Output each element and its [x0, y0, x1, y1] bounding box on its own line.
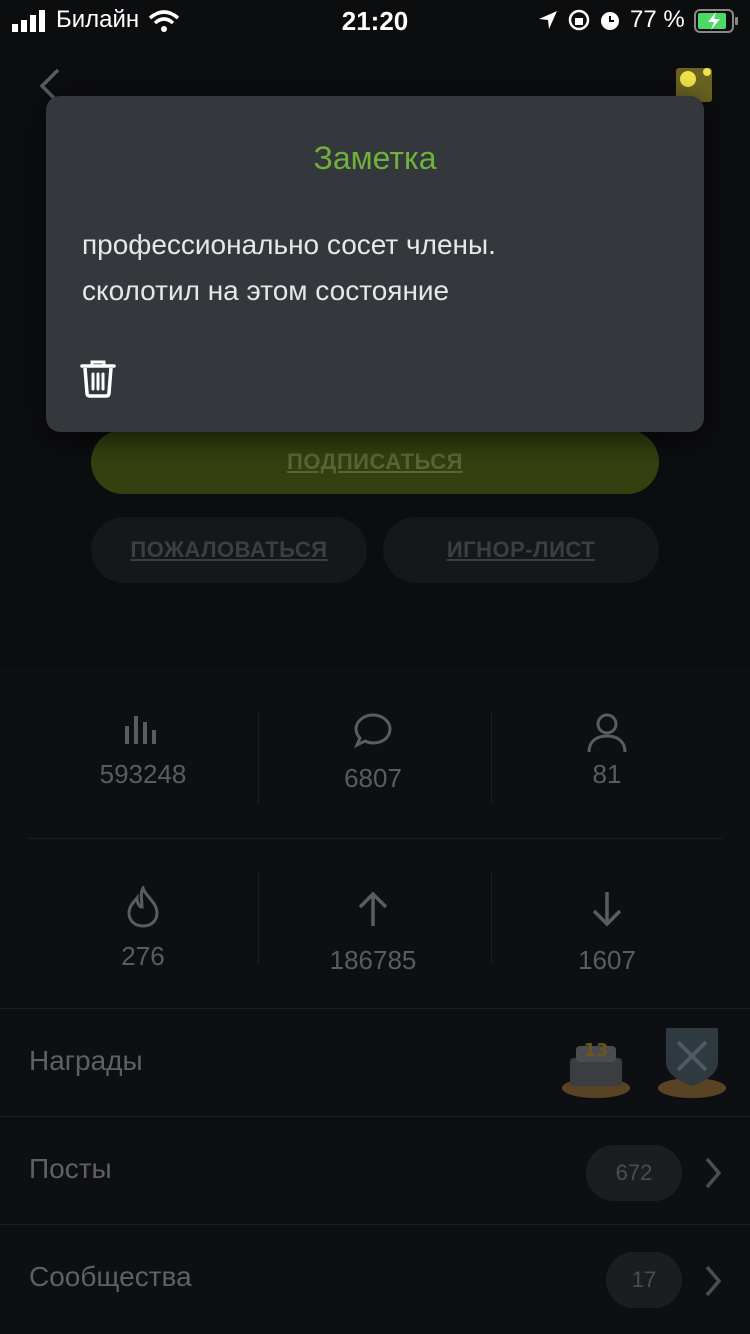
stat-value: 81	[592, 759, 622, 789]
arrow-down-icon	[592, 892, 622, 927]
stat-value: 186785	[329, 945, 417, 975]
alarm-icon	[601, 12, 619, 30]
bar-chart-icon	[125, 716, 156, 744]
battery-icon	[694, 9, 738, 33]
chevron-right-icon[interactable]	[704, 1264, 722, 1298]
chevron-right-icon[interactable]	[704, 1156, 722, 1190]
communities-label[interactable]: Сообщества	[29, 1261, 192, 1293]
stat-value: 593248	[99, 759, 187, 789]
trash-icon[interactable]	[78, 358, 118, 398]
awards-label[interactable]: Награды	[29, 1045, 143, 1077]
award-cake-icon[interactable]: 13	[558, 1024, 634, 1102]
svg-text:13: 13	[583, 1040, 608, 1061]
divider	[0, 1224, 750, 1225]
posts-label[interactable]: Посты	[29, 1153, 112, 1185]
note-line: сколотил на этом состояние	[82, 275, 450, 306]
user-icon	[587, 713, 627, 753]
stat-upvotes: 186785	[258, 890, 488, 976]
posts-count-badge: 672	[586, 1145, 682, 1201]
stat-value: 6807	[344, 763, 402, 793]
communities-count-badge: 17	[606, 1252, 682, 1308]
divider	[0, 1116, 750, 1117]
stat-value: 1607	[578, 945, 636, 975]
note-modal: Заметка профессионально сосет члены. ско…	[46, 96, 704, 432]
stat-downvotes: 1607	[492, 890, 722, 976]
fire-icon	[127, 883, 159, 928]
stat-comments: 6807	[258, 712, 488, 794]
divider	[28, 838, 722, 839]
subscribe-button[interactable]: ПОДПИСАТЬСЯ	[91, 430, 659, 494]
comment-icon	[354, 713, 392, 749]
note-text[interactable]: профессионально сосет члены. сколотил на…	[82, 222, 672, 314]
arrow-up-icon	[358, 891, 388, 926]
modal-title: Заметка	[313, 140, 437, 176]
stat-rating: 276	[28, 883, 258, 972]
divider	[0, 1008, 750, 1009]
location-icon	[539, 11, 557, 29]
orientation-lock-icon	[568, 9, 590, 31]
report-button[interactable]: ПОЖАЛОВАТЬСЯ	[91, 517, 367, 583]
status-bar: Билайн 21:20 77 %	[0, 0, 750, 40]
stat-subscribers: 81	[492, 712, 722, 790]
stat-value: 276	[121, 941, 165, 971]
stat-views: 593248	[28, 712, 258, 790]
battery-percent: 77 %	[630, 6, 685, 33]
ignore-list-button[interactable]: ИГНОР-ЛИСТ	[383, 517, 659, 583]
note-line: профессионально сосет члены.	[82, 229, 496, 260]
award-shield-icon[interactable]	[654, 1024, 730, 1102]
